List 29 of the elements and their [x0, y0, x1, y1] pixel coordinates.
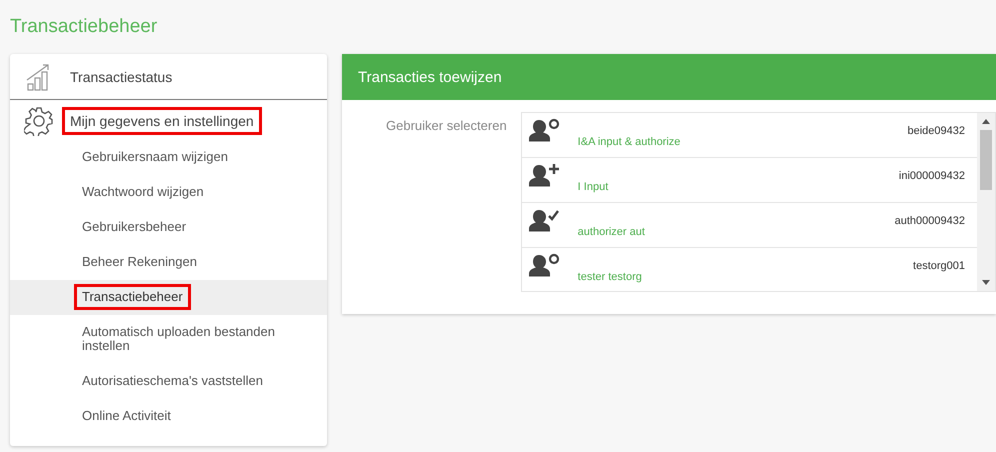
sidebar-section-title[interactable]: Transactiestatus — [62, 62, 180, 90]
user-name: I Input — [578, 181, 610, 193]
sidebar-item[interactable]: Automatisch uploaden bestanden instellen — [10, 315, 327, 364]
user-id: auth00009432 — [894, 215, 965, 227]
panel-title: Transacties toewijzen — [358, 68, 502, 86]
user-name: I&A input & authorize — [578, 136, 682, 148]
sidebar-item[interactable]: Gebruikersnaam wijzigen — [10, 140, 327, 175]
sidebar-item[interactable]: Beheer Rekeningen — [10, 245, 327, 280]
scroll-up-icon[interactable] — [982, 119, 990, 124]
user-id: beide09432 — [907, 125, 965, 137]
sidebar-item[interactable]: Gebruikersbeheer — [10, 210, 327, 245]
sidebar-item[interactable]: Autorisatieschema's vaststellen — [10, 364, 327, 399]
sidebar-item[interactable]: Wachtwoord wijzigen — [10, 175, 327, 210]
user-name: authorizer aut — [578, 226, 646, 238]
scroll-down-icon[interactable] — [982, 280, 990, 285]
user-row[interactable]: I&A input & authorize beide09432 — [522, 113, 977, 158]
user-row[interactable]: authorizer aut auth00009432 — [522, 203, 977, 248]
scrollbar[interactable] — [977, 113, 995, 291]
user-row[interactable]: I Input ini000009432 — [522, 158, 977, 203]
sidebar-item[interactable]: Transactiebeheer — [10, 280, 327, 315]
user-id: ini000009432 — [898, 170, 965, 182]
sidebar-section-title[interactable]: Mijn gegevens en instellingen — [62, 107, 262, 135]
field-label: Gebruiker selecteren — [386, 118, 507, 135]
scrollbar-thumb[interactable] — [980, 130, 992, 190]
settings-icon — [24, 106, 54, 136]
sidebar-item[interactable]: Online Activiteit — [10, 399, 327, 434]
user-name: tester testorg — [578, 271, 643, 283]
page-title: Transactiebeheer — [10, 16, 158, 38]
user-id: testorg001 — [913, 260, 965, 272]
